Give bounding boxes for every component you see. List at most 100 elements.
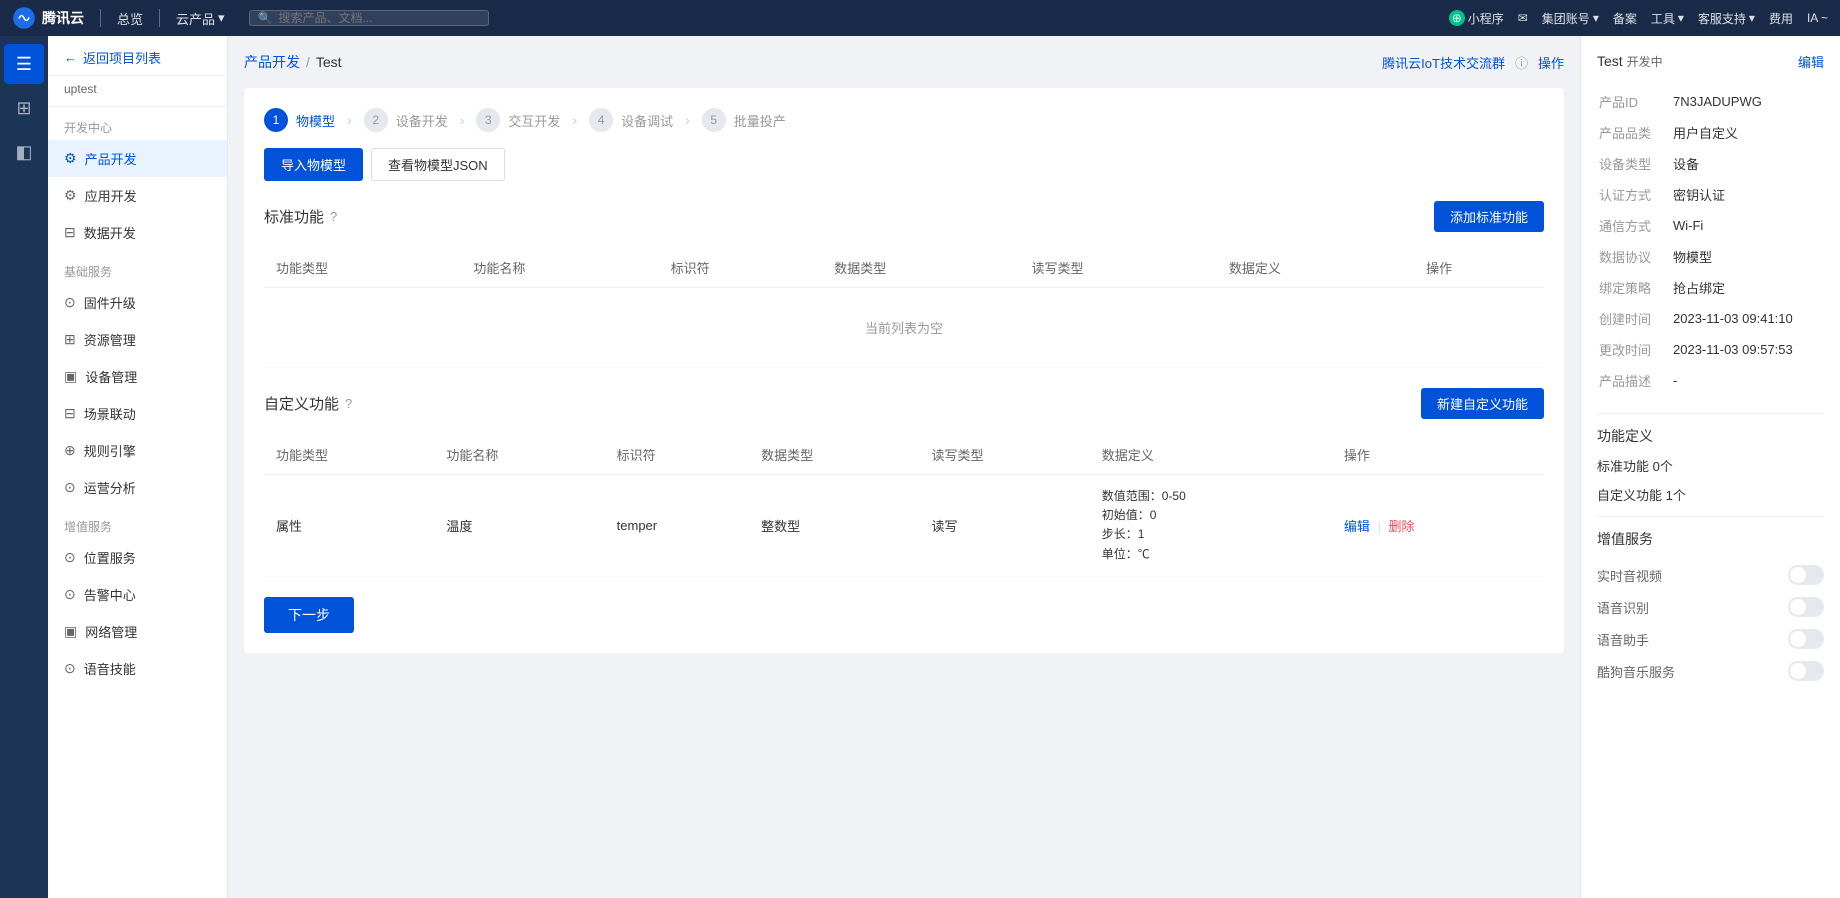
custom-section-title: 自定义功能 ?	[264, 393, 352, 414]
sidebar-item-resource[interactable]: ⊞ 资源管理	[48, 321, 227, 358]
nav-home[interactable]: 总览	[117, 9, 143, 28]
common-btn[interactable]: 费用	[1769, 10, 1793, 27]
nav-products[interactable]: 云产品 ▾	[176, 9, 225, 28]
account-btn[interactable]: 集团账号 ▾	[1542, 10, 1599, 27]
sidebar-item-network[interactable]: ▣ 网络管理	[48, 613, 227, 650]
resource-icon: ⊞	[64, 331, 76, 348]
next-btn[interactable]: 下一步	[264, 597, 354, 633]
delete-row-btn[interactable]: 删除	[1388, 519, 1414, 534]
music-service-toggle[interactable]	[1788, 661, 1824, 681]
step-4-label: 设备调试	[621, 111, 673, 130]
device-type-label: 设备类型	[1599, 149, 1671, 178]
step-1-label: 物模型	[296, 111, 335, 130]
func-def-title: 功能定义	[1597, 413, 1824, 446]
updated-value: 2023-11-03 09:57:53	[1673, 335, 1822, 364]
step-5-circle: 5	[702, 108, 726, 132]
operation-row: 绑定策略 抢占绑定	[1599, 273, 1822, 302]
step-4: 4 设备调试	[589, 108, 673, 132]
value-services-label: 增值服务	[48, 506, 227, 539]
filing-btn[interactable]: 备案	[1613, 10, 1637, 27]
voice-assistant-row: 语音助手	[1597, 623, 1824, 655]
custom-section-header: 自定义功能 ? 新建自定义功能	[264, 388, 1544, 419]
breadcrumb: 产品开发 / Test 腾讯云IoT技术交流群 ⓘ 操作	[244, 52, 1564, 72]
custom-help-icon[interactable]: ?	[345, 396, 352, 411]
sidebar-item-location[interactable]: ⊙ 位置服务	[48, 539, 227, 576]
value-service-title: 增值服务	[1597, 516, 1824, 549]
created-row: 创建时间 2023-11-03 09:41:10	[1599, 304, 1822, 333]
product-dev-label: 产品开发	[85, 149, 137, 168]
voice-recog-row: 语音识别	[1597, 591, 1824, 623]
add-custom-btn[interactable]: 新建自定义功能	[1421, 388, 1544, 419]
network-row: 通信方式 Wi-Fi	[1599, 211, 1822, 240]
device-type-value: 设备	[1673, 149, 1822, 178]
import-model-btn[interactable]: 导入物模型	[264, 148, 363, 181]
mail-btn[interactable]: ✉	[1518, 11, 1528, 25]
edit-product-btn[interactable]: 编辑	[1798, 52, 1824, 71]
sidebar-item-scene[interactable]: ⊟ 场景联动	[48, 395, 227, 432]
icon-sidebar-square[interactable]: ◧	[4, 132, 44, 172]
mini-program-badge: ⊕	[1449, 10, 1465, 26]
back-label: 返回项目列表	[83, 48, 161, 67]
voice-recog-toggle[interactable]	[1788, 597, 1824, 617]
sidebar-item-data-dev[interactable]: ⊟ 数据开发	[48, 214, 227, 251]
realtime-video-toggle[interactable]	[1788, 565, 1824, 585]
breadcrumb-parent[interactable]: 产品开发	[244, 52, 300, 72]
sidebar-item-rule[interactable]: ⊕ 规则引擎	[48, 432, 227, 469]
custom-func-count: 自定义功能 1个	[1597, 485, 1686, 504]
gear-icon: ⚙	[64, 150, 77, 167]
func-count-row: 标准功能 0个	[1597, 456, 1824, 475]
sidebar-item-ops[interactable]: ⊙ 运营分析	[48, 469, 227, 506]
operation-value: 抢占绑定	[1673, 273, 1822, 302]
app-dev-label: 应用开发	[85, 186, 137, 205]
desc-value: -	[1673, 366, 1822, 395]
sidebar-item-device[interactable]: ▣ 设备管理	[48, 358, 227, 395]
scene-icon: ⊟	[64, 405, 76, 422]
sidebar-item-voice[interactable]: ⊙ 语音技能	[48, 650, 227, 687]
custom-col-ops: 操作	[1332, 435, 1544, 475]
voice-assistant-toggle[interactable]	[1788, 629, 1824, 649]
protocol-value: 物模型	[1673, 242, 1822, 271]
info-icon: ⓘ	[1515, 53, 1528, 72]
top-navigation: 腾讯云 总览 云产品 ▾ 🔍 ⊕ 小程序 ✉ 集团账号 ▾ 备案 工具 ▾ 客服…	[0, 0, 1840, 36]
icon-sidebar-grid[interactable]: ⊞	[4, 88, 44, 128]
project-name: uptest	[48, 76, 227, 107]
icon-sidebar-menu[interactable]: ☰	[4, 44, 44, 84]
view-json-btn[interactable]: 查看物模型JSON	[371, 148, 505, 181]
realtime-video-label: 实时音视频	[1597, 566, 1662, 585]
mini-program-btn[interactable]: ⊕ 小程序	[1449, 10, 1504, 27]
sidebar-item-alarm[interactable]: ⊙ 告警中心	[48, 576, 227, 613]
add-standard-btn[interactable]: 添加标准功能	[1434, 201, 1544, 232]
sidebar-item-firmware[interactable]: ⊙ 固件升级	[48, 284, 227, 321]
user-btn[interactable]: IA ~	[1807, 11, 1828, 25]
data-icon: ⊟	[64, 224, 76, 241]
col-name: 功能名称	[461, 248, 658, 288]
action-tabs: 导入物模型 查看物模型JSON	[264, 148, 1544, 181]
back-btn[interactable]: ← 返回项目列表	[48, 36, 227, 76]
tools-btn[interactable]: 工具 ▾	[1651, 10, 1684, 27]
edit-row-btn[interactable]: 编辑	[1344, 519, 1370, 534]
stepper-card: 1 物模型 › 2 设备开发 › 3 交互开发 › 4 设备调试 ›	[244, 88, 1564, 653]
standard-help-icon[interactable]: ?	[330, 209, 337, 224]
music-service-row: 酷狗音乐服务	[1597, 655, 1824, 687]
product-id-row: 产品ID 7N3JADUPWG	[1599, 87, 1822, 116]
realtime-video-row: 实时音视频	[1597, 559, 1824, 591]
nav-divider	[100, 9, 101, 27]
sidebar-item-product-dev[interactable]: ⚙ 产品开发	[48, 140, 227, 177]
step-1: 1 物模型	[264, 108, 335, 132]
product-info-table: 产品ID 7N3JADUPWG 产品品类 用户自定义 设备类型 设备 认证方式 …	[1597, 85, 1824, 397]
top-nav-right: ⊕ 小程序 ✉ 集团账号 ▾ 备案 工具 ▾ 客服支持 ▾ 费用 IA ~	[1449, 10, 1828, 27]
service-btn[interactable]: 客服支持 ▾	[1698, 10, 1755, 27]
col-identifier: 标识符	[659, 248, 823, 288]
col-datatype: 数据类型	[822, 248, 1019, 288]
protocol-label: 数据协议	[1599, 242, 1671, 271]
custom-col-identifier: 标识符	[605, 435, 749, 475]
search-input[interactable]	[279, 11, 480, 25]
step-arrow-1: ›	[347, 112, 352, 128]
updated-row: 更改时间 2023-11-03 09:57:53	[1599, 335, 1822, 364]
ops-btn[interactable]: 操作	[1538, 53, 1564, 72]
product-status: 开发中	[1627, 55, 1663, 69]
sidebar-item-app-dev[interactable]: ⚙ 应用开发	[48, 177, 227, 214]
step-arrow-3: ›	[572, 112, 577, 128]
community-link[interactable]: 腾讯云IoT技术交流群	[1382, 53, 1505, 72]
step-2-label: 设备开发	[396, 111, 448, 130]
